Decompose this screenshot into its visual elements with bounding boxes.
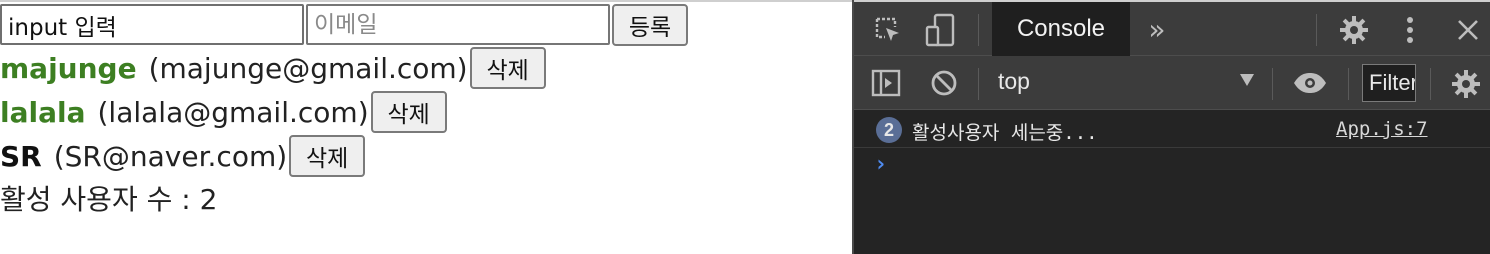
toolbar-divider <box>1272 68 1273 100</box>
close-icon[interactable] <box>1452 14 1484 46</box>
toolbar-divider <box>978 14 979 46</box>
log-message: 활성사용자 세는중... <box>912 122 1098 144</box>
log-source-link[interactable]: App.js:7 <box>1336 118 1428 140</box>
toolbar-divider <box>1316 14 1317 46</box>
active-count-label: 활성 사용자 수 : <box>0 183 200 216</box>
inspect-element-icon[interactable] <box>872 14 904 46</box>
devtools-tabbar: Console » <box>854 0 1490 56</box>
delete-button[interactable]: 삭제 <box>469 47 546 89</box>
app-page: 등록 majunge (majunge@gmail.com) 삭제 lalala… <box>0 0 852 254</box>
user-name[interactable]: SR <box>0 140 42 173</box>
username-input[interactable] <box>0 4 304 45</box>
toolbar-divider <box>1348 68 1349 100</box>
console-log-entry: 2 활성사용자 세는중... App.js:7 <box>854 112 1490 148</box>
email-input[interactable] <box>306 4 610 45</box>
user-item: SR (SR@naver.com) 삭제 <box>0 134 366 178</box>
active-count-value: 2 <box>199 183 218 216</box>
console-prompt[interactable]: › <box>874 152 887 177</box>
user-item: majunge (majunge@gmail.com) 삭제 <box>0 46 546 90</box>
delete-button[interactable]: 삭제 <box>289 135 366 177</box>
tab-console[interactable]: Console <box>992 2 1130 56</box>
live-expression-eye-icon[interactable] <box>1292 68 1328 98</box>
toolbar-divider <box>978 68 979 100</box>
user-form: 등록 <box>0 4 688 48</box>
user-item: lalala (lalala@gmail.com) 삭제 <box>0 90 447 134</box>
devtools-panel: Console » top Filter 2 활성사용자 세는중... App.… <box>852 0 1490 254</box>
console-toolbar: top Filter <box>854 56 1490 110</box>
delete-button[interactable]: 삭제 <box>370 91 447 133</box>
gear-icon[interactable] <box>1338 14 1370 46</box>
console-filter-input[interactable]: Filter <box>1362 64 1416 102</box>
repeat-count-badge: 2 <box>876 117 902 143</box>
clear-console-icon[interactable] <box>928 67 960 99</box>
more-vertical-icon[interactable] <box>1398 14 1422 46</box>
active-user-count: 활성 사용자 수 : 2 <box>0 178 217 218</box>
user-email: (SR@naver.com) <box>53 139 288 173</box>
user-name[interactable]: majunge <box>0 52 137 85</box>
user-email: (lalala@gmail.com) <box>97 95 369 129</box>
toolbar-divider <box>1430 68 1431 100</box>
device-toolbar-icon[interactable] <box>924 12 958 48</box>
sidebar-toggle-icon[interactable] <box>870 67 902 99</box>
register-button[interactable]: 등록 <box>612 4 688 46</box>
user-name[interactable]: lalala <box>0 96 85 129</box>
chevron-down-icon[interactable] <box>1240 74 1254 86</box>
user-email: (majunge@gmail.com) <box>148 51 468 85</box>
more-tabs-icon[interactable]: » <box>1142 12 1172 46</box>
context-selector[interactable]: top <box>998 68 1030 95</box>
gear-icon[interactable] <box>1450 68 1482 100</box>
